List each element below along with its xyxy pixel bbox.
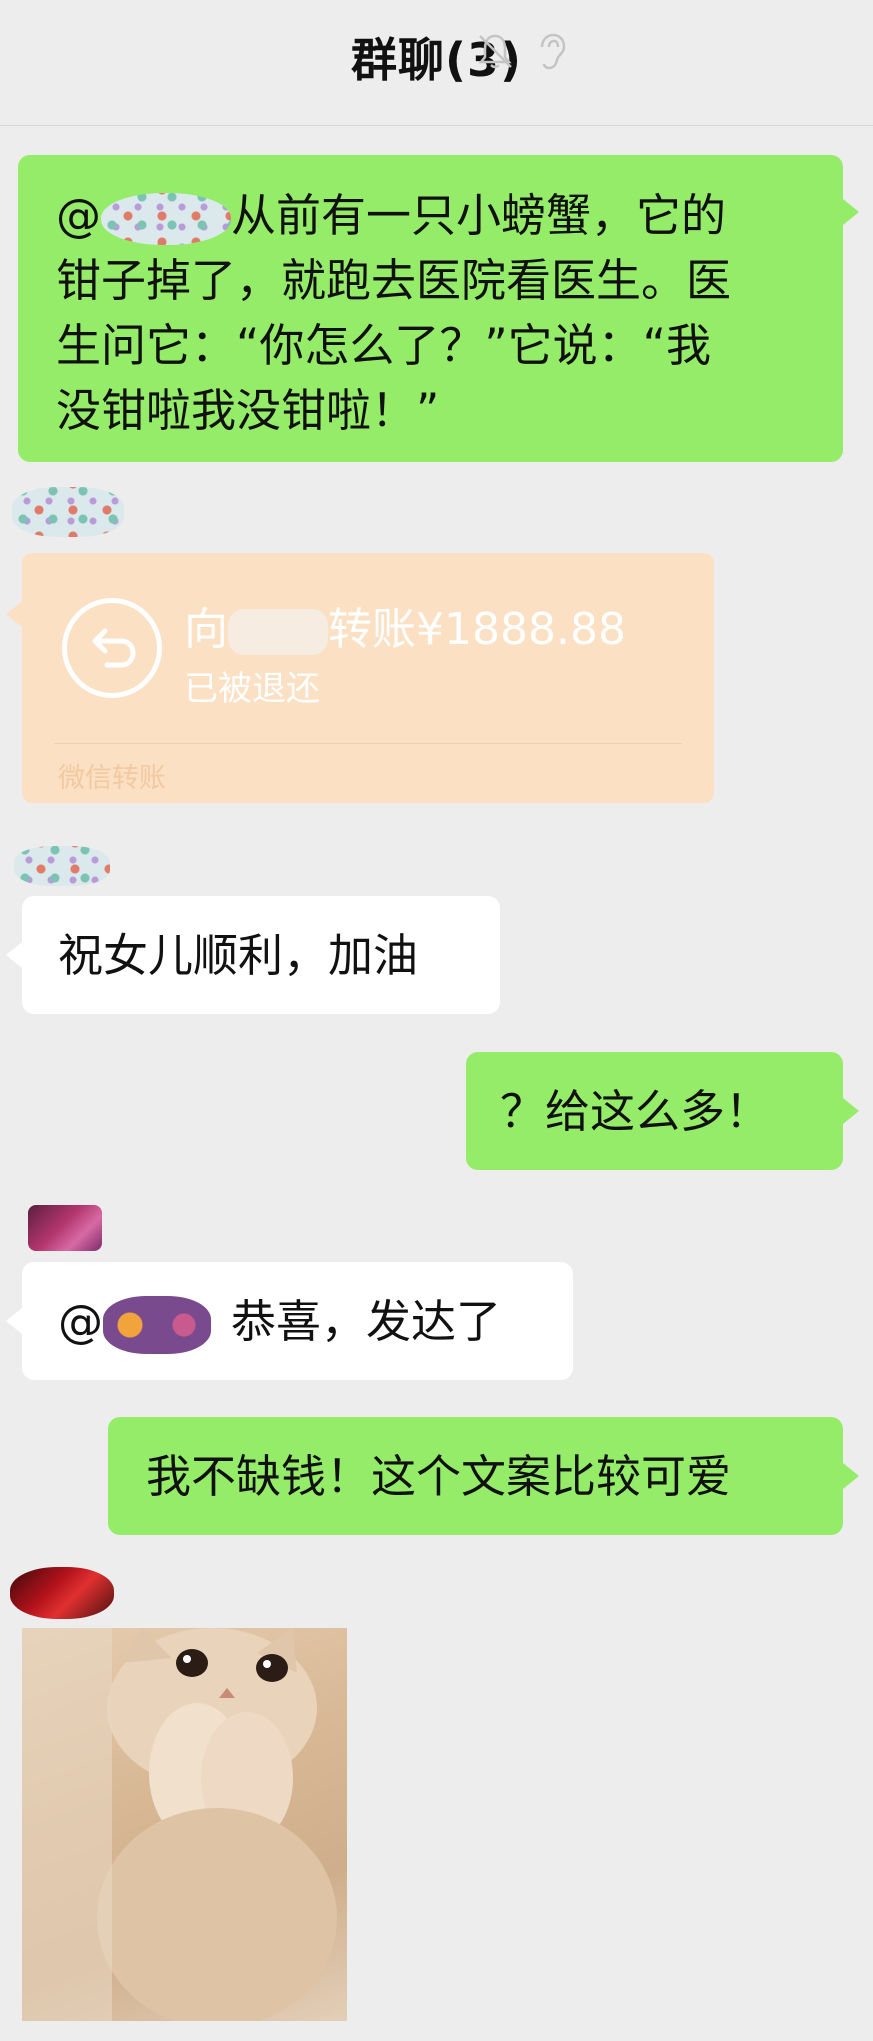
transfer-title: 向转账¥1888.88 (184, 604, 626, 655)
transfer-status: 已被退还 (184, 669, 320, 709)
mention-name-blurred (101, 193, 231, 245)
transfer-footer: 微信转账 (58, 763, 166, 794)
mute-bell-icon (478, 34, 512, 69)
message-bubble-self[interactable]: 我不缺钱！这个文案比较可爱 (108, 1417, 859, 1535)
sender-name-blurred (12, 487, 124, 537)
message-bubble-other[interactable]: 祝女儿顺利，加油 (6, 896, 500, 1014)
sender-name-blurred (28, 1205, 102, 1251)
message-line: 生问它：“你怎么了？”它说：“我 (56, 319, 711, 372)
message-line: @ 从前有一只小螃蟹，它的 (56, 183, 807, 248)
message-text: 祝女儿顺利，加油 (58, 929, 419, 982)
bubble-tail (6, 601, 22, 627)
message-text: 恭喜，发达了 (231, 1295, 502, 1348)
ear-icon (540, 33, 566, 70)
sender-name-blurred (10, 1567, 114, 1619)
message-line: 钳子掉了，就跑去医院看医生。医 (56, 254, 732, 307)
chat-header: 群聊(3) (0, 0, 873, 126)
mention-name-blurred (103, 1296, 211, 1354)
message-text: 从前有一只小螃蟹，它的 (231, 189, 727, 242)
message-line: 没钳啦我没钳啦！” (56, 384, 440, 437)
message-bubble-self[interactable]: @ 从前有一只小螃蟹，它的 钳子掉了，就跑去医院看医生。医 生问它：“你怎么了？”… (18, 155, 859, 462)
sender-name-blurred (14, 846, 110, 886)
chat-title[interactable]: 群聊(3) (0, 24, 873, 90)
divider (54, 743, 682, 744)
message-bubble-self[interactable]: ？给这么多！ (466, 1052, 859, 1170)
return-arrow-icon (62, 598, 162, 698)
message-bubble-other[interactable]: @ 恭喜，发达了 (6, 1262, 573, 1380)
bubble-tail (6, 1308, 22, 1334)
bubble-tail (843, 1098, 859, 1124)
transfer-card[interactable]: 向转账¥1888.88 已被退还 微信转账 (6, 553, 714, 803)
recipient-name-blurred (228, 609, 328, 655)
message-text: ？给这么多！ (500, 1085, 771, 1138)
kitten-photo[interactable] (22, 1628, 347, 2021)
bubble-tail (843, 199, 859, 225)
mention-at: @ (56, 189, 101, 242)
mention-at: @ (58, 1295, 103, 1348)
kitten-image (22, 1628, 337, 2021)
message-text: 我不缺钱！这个文案比较可爱 (146, 1450, 732, 1503)
bubble-tail (6, 942, 22, 968)
bubble-tail (843, 1463, 859, 1489)
